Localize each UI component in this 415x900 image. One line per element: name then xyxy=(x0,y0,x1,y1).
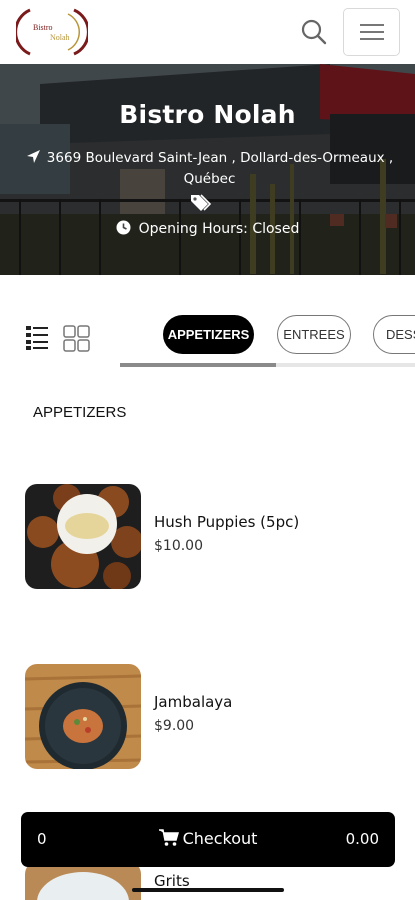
opening-hours: Opening Hours: Closed xyxy=(0,220,415,237)
menu-button[interactable] xyxy=(343,8,400,56)
menu-item-name: Hush Puppies (5pc) xyxy=(154,513,300,531)
address-text: 3669 Boulevard Saint-Jean , Dollard-des-… xyxy=(46,150,394,187)
logo-text-bottom: Nolah xyxy=(50,33,70,42)
category-scrollbar[interactable] xyxy=(120,363,415,367)
grid-view-icon xyxy=(63,325,90,352)
restaurant-address: 3669 Boulevard Saint-Jean , Dollard-des-… xyxy=(10,148,409,190)
location-arrow-icon xyxy=(26,150,40,163)
menu-item-image xyxy=(25,484,141,589)
opening-hours-text: Opening Hours: Closed xyxy=(138,221,300,237)
menu-item-price: $9.00 xyxy=(154,718,195,734)
category-scrollbar-thumb[interactable] xyxy=(120,363,277,367)
hamburger-menu-icon xyxy=(359,24,384,40)
shopping-cart-icon xyxy=(158,829,179,846)
logo-text-top: Bistro xyxy=(33,23,53,32)
menu-item-card[interactable]: Grits xyxy=(25,862,395,900)
checkout-button[interactable]: 0 Checkout 0.00 xyxy=(21,812,395,867)
checkout-label: Checkout xyxy=(21,829,395,848)
menu-item-name: Jambalaya xyxy=(154,693,233,711)
tags-icon xyxy=(190,194,212,216)
search-icon xyxy=(301,19,327,45)
menu-item-image xyxy=(25,664,141,769)
menu-item-price: $10.00 xyxy=(154,538,203,554)
restaurant-hero-banner: Bistro Nolah 3669 Boulevard Saint-Jean ,… xyxy=(0,64,415,275)
menu-item-card[interactable]: Jambalaya $9.00 xyxy=(25,664,395,769)
cart-total: 0.00 xyxy=(345,830,379,848)
menu-item-card[interactable]: Hush Puppies (5pc) $10.00 xyxy=(25,484,395,589)
section-heading: APPETIZERS xyxy=(33,404,127,421)
clock-icon xyxy=(116,220,131,235)
checkout-text: Checkout xyxy=(182,829,258,848)
tab-desserts[interactable]: DESS xyxy=(373,315,415,354)
list-view-button[interactable] xyxy=(26,325,48,351)
restaurant-logo[interactable]: Bistro Nolah xyxy=(14,6,90,58)
category-tabs[interactable]: APPETIZERS ENTREES DESS xyxy=(120,300,415,370)
restaurant-name: Bistro Nolah xyxy=(119,100,296,129)
tab-appetizers[interactable]: APPETIZERS xyxy=(163,315,254,354)
tab-entrees[interactable]: ENTREES xyxy=(277,315,351,354)
list-view-icon xyxy=(26,326,48,350)
grid-view-button[interactable] xyxy=(63,325,90,352)
search-button[interactable] xyxy=(296,14,332,50)
top-bar: Bistro Nolah xyxy=(0,0,415,64)
menu-item-image xyxy=(25,862,141,900)
home-indicator xyxy=(132,888,284,892)
